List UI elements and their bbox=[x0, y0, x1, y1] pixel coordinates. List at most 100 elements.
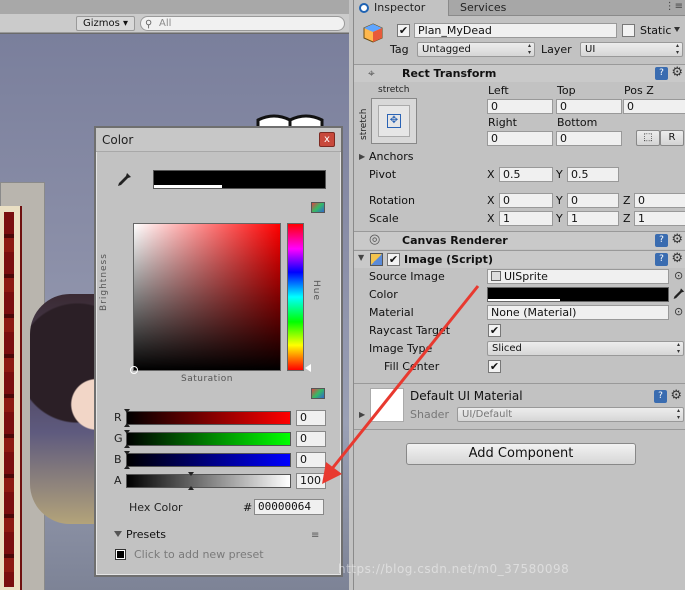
tab-label: Inspector bbox=[374, 1, 426, 14]
object-picker-icon[interactable]: ⊙ bbox=[674, 269, 683, 282]
presets-foldout[interactable]: Presets bbox=[126, 528, 166, 541]
anchor-preset-button[interactable]: ✥ bbox=[371, 98, 417, 144]
image-type-dropdown[interactable]: Sliced bbox=[487, 341, 684, 356]
gear-icon[interactable]: ⚙ bbox=[671, 232, 683, 247]
gear-icon[interactable]: ⚙ bbox=[671, 251, 683, 266]
alpha-slider[interactable] bbox=[126, 472, 291, 490]
rotation-z-field[interactable]: 0 bbox=[634, 193, 685, 208]
scale-x-field[interactable]: 1 bbox=[499, 211, 553, 226]
layer-label: Layer bbox=[541, 43, 572, 56]
preset-swatch[interactable] bbox=[115, 549, 126, 560]
tab-inspector[interactable]: Inspector bbox=[354, 0, 449, 16]
hex-color-input[interactable]: 00000064 bbox=[254, 499, 324, 515]
active-checkbox[interactable]: ✔ bbox=[397, 24, 410, 37]
red-slider[interactable] bbox=[124, 409, 291, 427]
slider-handle[interactable] bbox=[124, 409, 130, 413]
slider-handle[interactable] bbox=[188, 486, 194, 490]
foldout-arrow-icon[interactable]: ▶ bbox=[359, 152, 365, 161]
shader-dropdown[interactable]: UI/Default bbox=[457, 407, 684, 422]
anchors-foldout[interactable]: Anchors bbox=[369, 150, 414, 163]
left-field[interactable]: 0 bbox=[487, 99, 553, 114]
help-icon[interactable]: ? bbox=[655, 67, 668, 80]
rotation-x-field[interactable]: 0 bbox=[499, 193, 553, 208]
close-icon[interactable]: x bbox=[319, 132, 335, 147]
material-field[interactable]: None (Material) bbox=[487, 305, 669, 320]
slider-handle[interactable] bbox=[188, 472, 194, 476]
scroll-banner-image bbox=[0, 206, 22, 590]
rotation-label: Rotation bbox=[369, 194, 416, 207]
color-picker-window[interactable]: Color x Brightness Hue Saturation R 0 G … bbox=[94, 126, 343, 577]
rect-transform-header[interactable]: ⌖ Rect Transform ? ⚙ bbox=[354, 64, 685, 82]
layer-dropdown[interactable]: UI bbox=[580, 42, 683, 57]
image-enabled-checkbox[interactable]: ✔ bbox=[387, 253, 400, 266]
help-icon[interactable]: ? bbox=[655, 253, 668, 266]
color-picker-titlebar[interactable]: Color x bbox=[96, 128, 341, 152]
blue-value-field[interactable]: 0 bbox=[296, 452, 326, 468]
scale-y-field[interactable]: 1 bbox=[567, 211, 619, 226]
fill-center-checkbox[interactable]: ✔ bbox=[488, 360, 501, 373]
scene-search-input[interactable]: ⚲ All bbox=[140, 16, 345, 31]
tab-services[interactable]: Services bbox=[450, 0, 530, 16]
search-icon: ⚲ bbox=[145, 19, 153, 30]
color-field[interactable] bbox=[487, 287, 669, 302]
gameobject-name-field[interactable]: Plan_MyDead bbox=[414, 23, 617, 38]
tab-label: Services bbox=[460, 1, 507, 14]
hue-handle[interactable] bbox=[305, 364, 311, 372]
gear-icon[interactable]: ⚙ bbox=[670, 388, 682, 403]
canvas-renderer-header[interactable]: ◎ Canvas Renderer ? ⚙ bbox=[354, 231, 685, 249]
green-value-field[interactable]: 0 bbox=[296, 431, 326, 447]
foldout-arrow-icon[interactable]: ▶ bbox=[359, 410, 365, 419]
slider-mode-icon[interactable] bbox=[311, 388, 325, 399]
eyedropper-icon[interactable] bbox=[116, 172, 132, 188]
component-title: Canvas Renderer bbox=[402, 234, 508, 247]
tag-dropdown[interactable]: Untagged bbox=[417, 42, 535, 57]
eyedropper-icon[interactable] bbox=[672, 287, 685, 301]
blue-slider-row: B 0 bbox=[114, 451, 334, 469]
blueprint-mode-button[interactable]: ⬚ bbox=[636, 130, 660, 146]
pivot-x-field[interactable]: 0.5 bbox=[499, 167, 553, 182]
bottom-field[interactable]: 0 bbox=[556, 131, 622, 146]
add-component-button[interactable]: Add Component bbox=[406, 443, 636, 465]
rotation-y-field[interactable]: 0 bbox=[567, 193, 619, 208]
raw-edit-button[interactable]: R bbox=[660, 130, 684, 146]
top-field[interactable]: 0 bbox=[556, 99, 622, 114]
slider-label: R bbox=[114, 411, 122, 424]
presets-menu-icon[interactable]: ≡ bbox=[311, 530, 319, 541]
scale-z-field[interactable]: 1 bbox=[634, 211, 685, 226]
static-dropdown-arrow[interactable] bbox=[674, 27, 680, 32]
color-mode-icon[interactable] bbox=[311, 202, 325, 213]
panel-menu-icon[interactable]: ⋮≡ bbox=[665, 1, 683, 12]
help-icon[interactable]: ? bbox=[654, 390, 667, 403]
slider-handle[interactable] bbox=[124, 430, 130, 434]
object-picker-icon[interactable]: ⊙ bbox=[674, 305, 683, 318]
help-icon[interactable]: ? bbox=[655, 234, 668, 247]
axis-x-label: X bbox=[487, 194, 495, 207]
saturation-label: Saturation bbox=[181, 374, 233, 384]
blue-slider[interactable] bbox=[124, 451, 291, 469]
sv-cursor[interactable] bbox=[130, 366, 138, 374]
source-image-field[interactable]: UISprite bbox=[487, 269, 669, 284]
right-field[interactable]: 0 bbox=[487, 131, 553, 146]
slider-handle[interactable] bbox=[124, 423, 130, 427]
gizmos-dropdown[interactable]: Gizmos ▾ bbox=[76, 16, 136, 31]
alpha-value-field[interactable]: 100 bbox=[296, 473, 326, 489]
scene-tab-strip bbox=[0, 0, 349, 14]
saturation-brightness-box[interactable] bbox=[130, 223, 281, 374]
image-component-header[interactable]: ▼ ✔ Image (Script) ? ⚙ bbox=[354, 250, 685, 268]
slider-handle[interactable] bbox=[124, 465, 130, 469]
foldout-arrow-icon[interactable]: ▼ bbox=[358, 253, 364, 262]
red-value-field[interactable]: 0 bbox=[296, 410, 326, 426]
color-picker-title: Color bbox=[102, 133, 134, 147]
hue-slider[interactable] bbox=[287, 223, 304, 371]
axis-z-label: Z bbox=[623, 212, 631, 225]
raycast-target-checkbox[interactable]: ✔ bbox=[488, 324, 501, 337]
slider-handle[interactable] bbox=[124, 444, 130, 448]
foldout-arrow-icon[interactable] bbox=[114, 531, 122, 537]
green-slider[interactable] bbox=[124, 430, 291, 448]
pivot-y-field[interactable]: 0.5 bbox=[567, 167, 619, 182]
slider-handle[interactable] bbox=[124, 451, 130, 455]
posz-field[interactable]: 0 bbox=[623, 99, 685, 114]
gear-icon[interactable]: ⚙ bbox=[671, 65, 683, 80]
inspector-icon bbox=[359, 3, 369, 13]
static-checkbox[interactable] bbox=[622, 24, 635, 37]
